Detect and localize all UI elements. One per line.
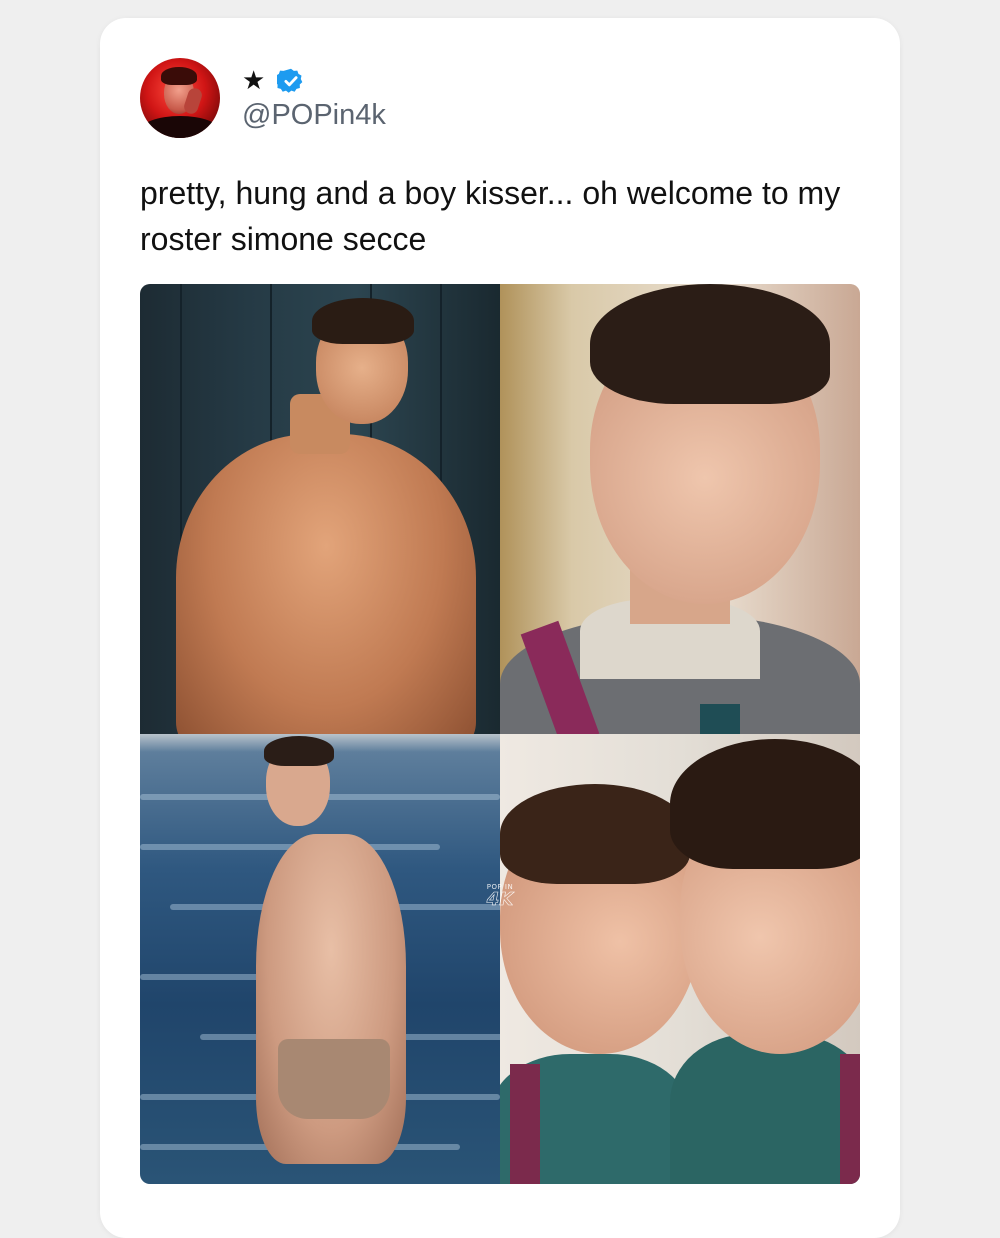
author-handle[interactable]: @POPin4k	[242, 99, 386, 132]
author-info: ★ @POPin4k	[242, 64, 386, 132]
post-card: ★ @POPin4k pretty, hung and a boy kisser…	[100, 18, 900, 1238]
post-text: pretty, hung and a boy kisser... oh welc…	[140, 175, 841, 257]
photo-shirtless-locker-room[interactable]	[140, 284, 500, 734]
media-grid[interactable]: POP IN 4K	[140, 284, 860, 1184]
photo-kiss[interactable]	[500, 734, 860, 1184]
display-name-row[interactable]: ★	[242, 64, 386, 98]
post-header: ★ @POPin4k	[140, 58, 386, 138]
verified-badge-icon	[277, 68, 303, 93]
avatar[interactable]	[140, 58, 220, 138]
photo-sea-shirtless[interactable]	[140, 734, 500, 1184]
photo-portrait-uniform[interactable]	[500, 284, 860, 734]
star-icon: ★	[242, 66, 266, 97]
